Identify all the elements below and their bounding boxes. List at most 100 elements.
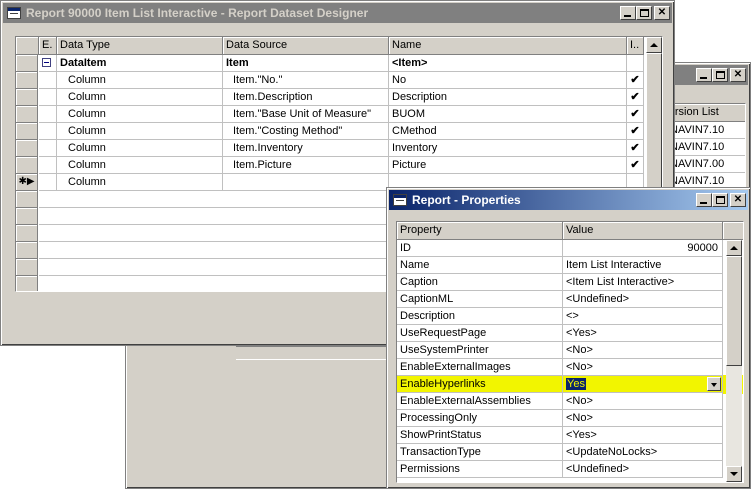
property-name[interactable]: Description	[397, 308, 563, 325]
data-type-cell[interactable]: Column	[57, 140, 223, 157]
data-source-cell[interactable]: Item.Description	[223, 89, 389, 106]
property-value[interactable]: <Yes>	[563, 427, 723, 444]
data-source-cell[interactable]: Item.Inventory	[223, 140, 389, 157]
name-cell[interactable]: No	[389, 72, 627, 89]
minimize-icon[interactable]	[696, 68, 712, 82]
row-selector[interactable]	[16, 242, 38, 259]
properties-grid[interactable]: Property Value ID 90000 Name Item List I…	[396, 221, 744, 483]
include-checkbox[interactable]: ✔	[627, 123, 644, 140]
row-selector[interactable]	[16, 89, 38, 106]
property-name[interactable]: UseRequestPage	[397, 325, 563, 342]
scroll-up-icon[interactable]	[646, 37, 662, 53]
property-value[interactable]: <No>	[563, 410, 723, 427]
properties-titlebar[interactable]: Report - Properties ✕	[389, 190, 748, 210]
property-value[interactable]: <No>	[563, 359, 723, 376]
property-value[interactable]: <>	[563, 308, 723, 325]
property-value[interactable]: <UpdateNoLocks>	[563, 444, 723, 461]
property-name[interactable]: Permissions	[397, 461, 563, 478]
data-type-cell[interactable]: DataItem	[57, 55, 223, 72]
property-value[interactable]: <Yes>	[563, 325, 723, 342]
include-checkbox[interactable]: ✔	[627, 106, 644, 123]
close-icon[interactable]: ✕	[730, 193, 746, 207]
row-selector[interactable]	[16, 55, 38, 72]
dropdown-arrow-icon[interactable]	[707, 377, 721, 391]
row-selector[interactable]	[16, 72, 38, 89]
property-name[interactable]: EnableExternalImages	[397, 359, 563, 376]
include-checkbox[interactable]: ✔	[627, 140, 644, 157]
row-selector[interactable]	[16, 276, 38, 291]
data-type-cell[interactable]: Column	[57, 72, 223, 89]
property-name[interactable]: CaptionML	[397, 291, 563, 308]
data-type-cell[interactable]: Column	[57, 123, 223, 140]
version-cell[interactable]: NAVIN7.10	[667, 139, 745, 156]
expand-cell[interactable]	[39, 140, 57, 157]
row-selector[interactable]	[16, 140, 38, 157]
property-name[interactable]: ProcessingOnly	[397, 410, 563, 427]
new-row-marker-icon[interactable]: ✱▶	[16, 174, 38, 191]
row-selector[interactable]	[16, 191, 38, 208]
close-icon[interactable]: ✕	[730, 68, 746, 82]
expand-cell[interactable]	[39, 174, 57, 191]
property-value[interactable]: Item List Interactive	[563, 257, 723, 274]
property-name[interactable]: EnableHyperlinks	[397, 376, 563, 393]
property-name[interactable]: UseSystemPrinter	[397, 342, 563, 359]
row-selector[interactable]	[16, 225, 38, 242]
property-name[interactable]: EnableExternalAssemblies	[397, 393, 563, 410]
version-cell[interactable]: NAVIN7.00	[667, 156, 745, 173]
data-source-cell[interactable]: Item."Base Unit of Measure"	[223, 106, 389, 123]
maximize-icon[interactable]	[636, 6, 652, 20]
data-source-cell[interactable]: Item."No."	[223, 72, 389, 89]
data-type-cell[interactable]: Column	[57, 106, 223, 123]
property-name[interactable]: ShowPrintStatus	[397, 427, 563, 444]
row-selector[interactable]	[16, 259, 38, 276]
properties-vertical-scrollbar[interactable]	[726, 240, 742, 482]
name-cell[interactable]: <Item>	[389, 55, 627, 72]
column-header-data-source[interactable]: Data Source	[223, 37, 389, 55]
name-cell[interactable]: Description	[389, 89, 627, 106]
property-value[interactable]: Yes	[566, 378, 586, 390]
data-source-cell[interactable]: Item."Costing Method"	[223, 123, 389, 140]
property-name[interactable]: Caption	[397, 274, 563, 291]
property-value[interactable]: <Item List Interactive>	[563, 274, 723, 291]
expand-cell[interactable]	[39, 72, 57, 89]
data-type-cell[interactable]: Column	[57, 174, 223, 191]
include-checkbox[interactable]	[627, 55, 644, 72]
name-cell[interactable]: CMethod	[389, 123, 627, 140]
property-value[interactable]: <Undefined>	[563, 291, 723, 308]
property-value[interactable]: 90000	[563, 240, 723, 257]
property-name[interactable]: ID	[397, 240, 563, 257]
version-cell[interactable]: NAVIN7.10	[667, 122, 745, 139]
row-selector[interactable]	[16, 157, 38, 174]
property-name[interactable]: Name	[397, 257, 563, 274]
property-value[interactable]: <No>	[563, 393, 723, 410]
highlighted-property-row[interactable]: EnableHyperlinks Yes	[397, 376, 723, 393]
include-checkbox[interactable]: ✔	[627, 157, 644, 174]
column-header-include[interactable]: I..	[627, 37, 644, 55]
dataset-designer-titlebar[interactable]: Report 90000 Item List Interactive - Rep…	[3, 3, 672, 23]
maximize-icon[interactable]	[712, 193, 728, 207]
minimize-icon[interactable]	[620, 6, 636, 20]
data-source-cell[interactable]: Item	[223, 55, 389, 72]
include-checkbox[interactable]: ✔	[627, 89, 644, 106]
expand-cell[interactable]	[39, 106, 57, 123]
property-name[interactable]: TransactionType	[397, 444, 563, 461]
row-selector[interactable]	[16, 208, 38, 225]
scroll-up-icon[interactable]	[726, 240, 742, 256]
column-header-name[interactable]: Name	[389, 37, 627, 55]
close-icon[interactable]: ✕	[654, 6, 670, 20]
expand-cell[interactable]	[39, 123, 57, 140]
version-list-header[interactable]: Version List	[667, 104, 745, 122]
property-value[interactable]: <No>	[563, 342, 723, 359]
property-value-editor[interactable]: Yes	[563, 376, 723, 393]
data-source-cell[interactable]	[223, 174, 389, 191]
expand-cell[interactable]	[39, 157, 57, 174]
property-value[interactable]: <Undefined>	[563, 461, 723, 478]
row-selector[interactable]	[16, 106, 38, 123]
row-selector[interactable]	[16, 123, 38, 140]
expand-cell[interactable]	[39, 55, 57, 72]
minimize-icon[interactable]	[696, 193, 712, 207]
data-source-cell[interactable]: Item.Picture	[223, 157, 389, 174]
column-header-property[interactable]: Property	[397, 222, 563, 240]
name-cell[interactable]: BUOM	[389, 106, 627, 123]
data-type-cell[interactable]: Column	[57, 157, 223, 174]
